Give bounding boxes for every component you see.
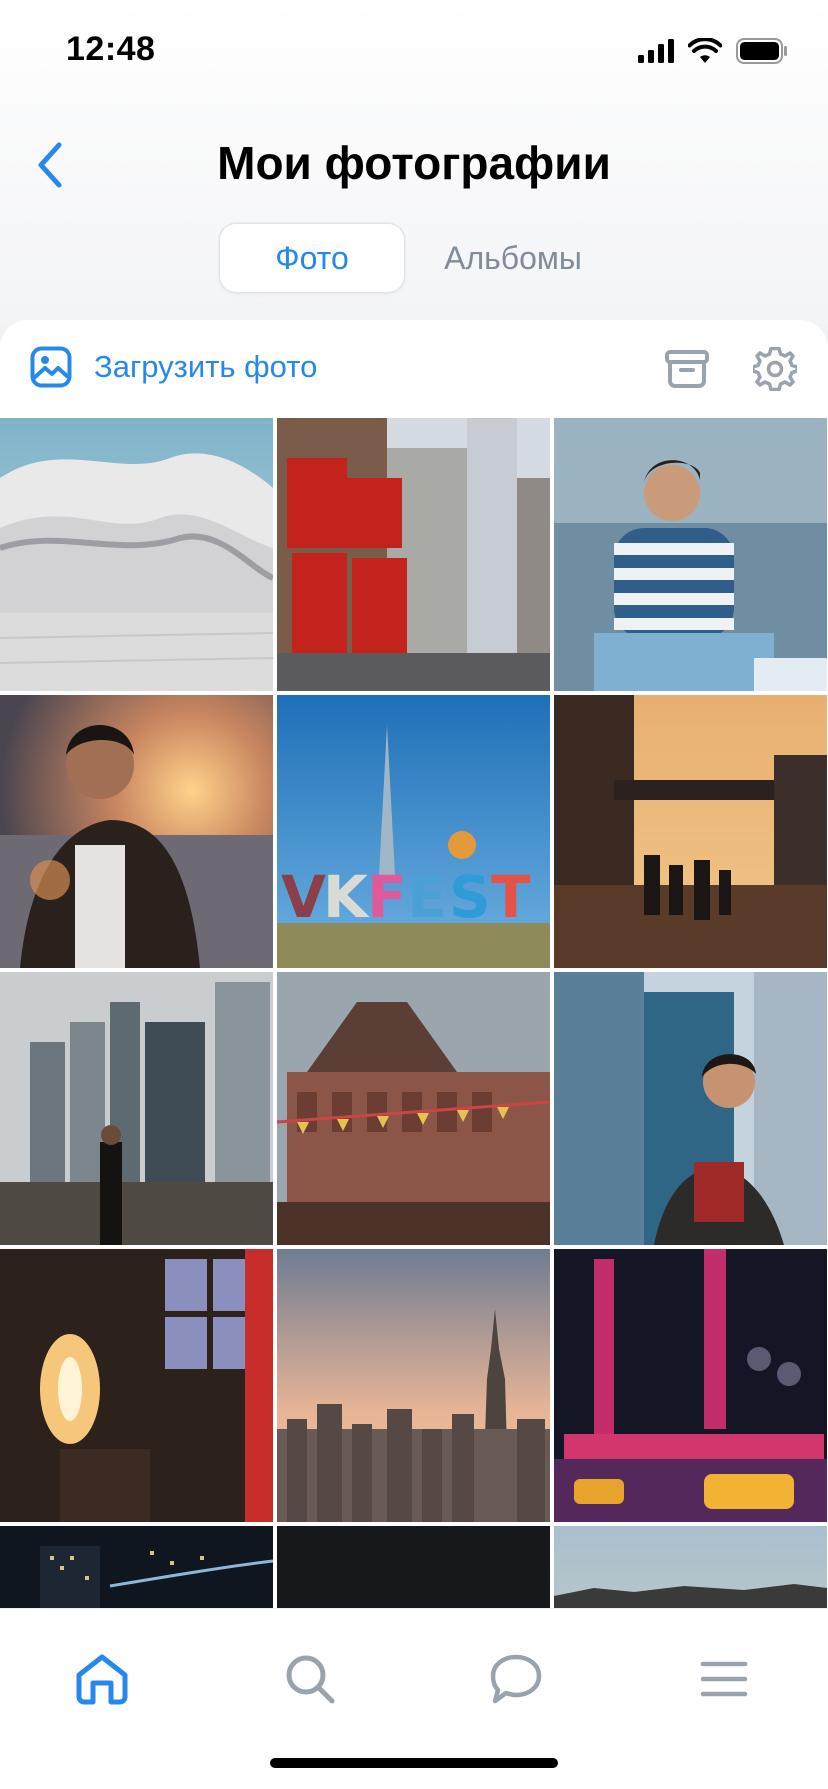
svg-text:F: F <box>367 863 407 931</box>
photo-thumbnail-15[interactable] <box>554 1526 827 1620</box>
photo-image <box>0 418 273 691</box>
svg-text:S: S <box>449 863 491 931</box>
svg-text:E: E <box>407 863 447 931</box>
svg-text:T: T <box>491 863 531 931</box>
photo-image <box>0 972 273 1245</box>
segmented-tabs: Фото Альбомы <box>220 224 608 292</box>
menu-icon <box>700 1661 748 1697</box>
gear-icon <box>753 347 797 391</box>
photo-image <box>277 1526 550 1620</box>
nav-search[interactable] <box>270 1639 350 1719</box>
photo-image <box>554 1526 827 1620</box>
nav-messages[interactable] <box>476 1639 556 1719</box>
photo-thumbnail-12[interactable] <box>554 1249 827 1522</box>
photo-image <box>554 695 827 968</box>
photo-image <box>554 972 827 1245</box>
svg-text:V: V <box>281 863 326 931</box>
upload-photo-label: Загрузить фото <box>94 349 318 384</box>
archive-button[interactable] <box>662 344 712 394</box>
photo-image <box>277 972 550 1245</box>
photo-thumbnail-2[interactable] <box>277 418 550 691</box>
photo-thumbnail-4[interactable] <box>0 695 273 968</box>
photo-image <box>277 1249 550 1522</box>
image-icon <box>30 346 72 388</box>
photo-thumbnail-13[interactable] <box>0 1526 273 1620</box>
status-icons <box>638 38 788 64</box>
nav-home[interactable] <box>62 1639 142 1719</box>
photo-image <box>554 418 827 691</box>
upload-photo-button[interactable]: Загрузить фото <box>30 346 317 388</box>
tab-albums[interactable]: Альбомы <box>418 224 608 292</box>
status-time: 12:48 <box>66 30 156 68</box>
photo-thumbnail-6[interactable] <box>554 695 827 968</box>
wifi-icon <box>688 38 722 63</box>
signal-icon <box>638 39 674 63</box>
photo-thumbnail-10[interactable] <box>0 1249 273 1522</box>
photo-image <box>0 1249 273 1522</box>
archive-icon <box>665 350 709 388</box>
page-title: Мои фотографии <box>217 137 611 189</box>
svg-text:K: K <box>323 863 370 931</box>
photo-thumbnail-3[interactable] <box>554 418 827 691</box>
status-bar: 12:48 <box>0 0 828 100</box>
photo-image <box>554 1249 827 1522</box>
battery-icon <box>736 38 787 64</box>
photo-thumbnail-14[interactable] <box>277 1526 550 1620</box>
photo-image <box>0 695 273 968</box>
search-icon <box>286 1655 335 1704</box>
home-icon <box>76 1654 128 1705</box>
photo-image <box>0 1526 273 1620</box>
photos-toolbar: Загрузить фото <box>0 320 828 418</box>
photos-card: Загрузить фото V K F E S T <box>0 320 828 1620</box>
home-indicator[interactable] <box>270 1758 558 1768</box>
photo-thumbnail-8[interactable] <box>277 972 550 1245</box>
photo-image: V K F E S T <box>277 695 550 968</box>
photo-thumbnail-1[interactable] <box>0 418 273 691</box>
nav-menu[interactable] <box>684 1639 764 1719</box>
photo-thumbnail-7[interactable] <box>0 972 273 1245</box>
settings-button[interactable] <box>750 344 800 394</box>
photo-thumbnail-9[interactable] <box>554 972 827 1245</box>
messages-icon <box>490 1654 542 1704</box>
tab-photos[interactable]: Фото <box>220 224 404 292</box>
photo-image <box>277 418 550 691</box>
photo-thumbnail-5[interactable]: V K F E S T <box>277 695 550 968</box>
photo-thumbnail-11[interactable] <box>277 1249 550 1522</box>
